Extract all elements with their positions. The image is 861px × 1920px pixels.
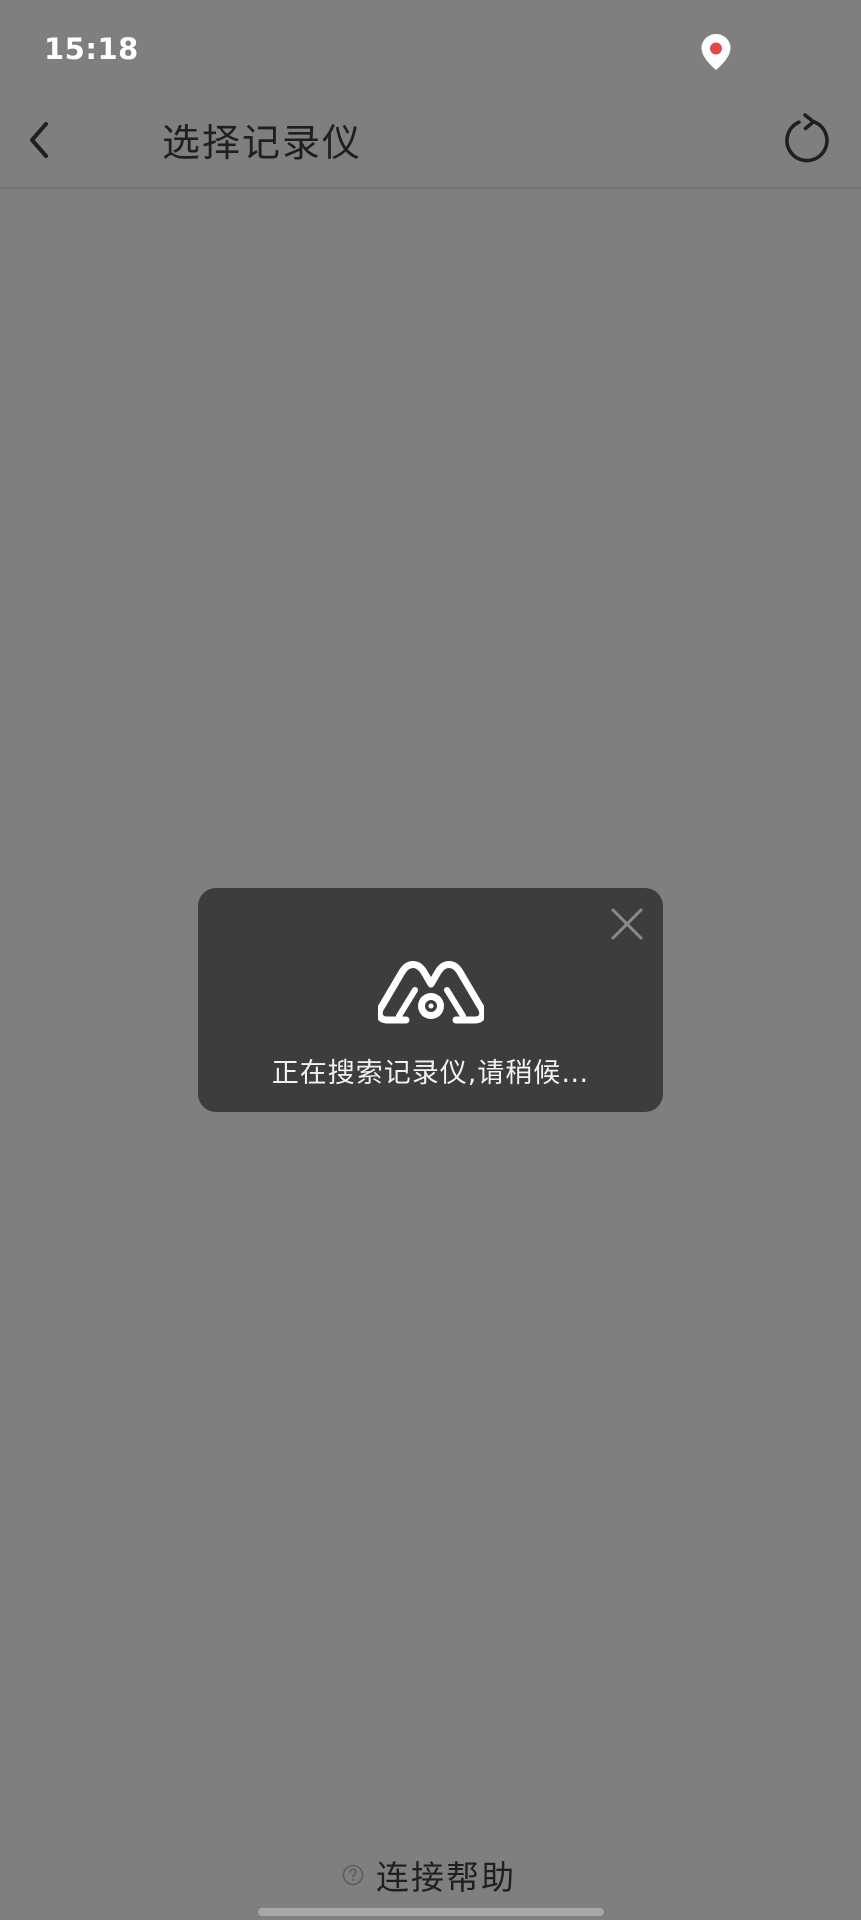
status-bar: 15:18: [0, 0, 861, 100]
back-button[interactable]: [14, 114, 64, 170]
status-time: 15:18: [44, 32, 139, 66]
connection-help-link[interactable]: 连接帮助: [342, 1853, 516, 1897]
chevron-left-icon: [26, 120, 52, 164]
refresh-icon: [783, 113, 831, 169]
page-title: 选择记录仪: [162, 121, 363, 165]
app-screen: 15:18 选择记录仪 正在搜索记录仪,请稍候… 连接帮助: [0, 0, 861, 1920]
loading-dialog: 正在搜索记录仪,请稍候…: [198, 888, 663, 1112]
home-indicator[interactable]: [258, 1908, 604, 1916]
location-pin-icon: [700, 33, 732, 71]
help-label: 连接帮助: [376, 1858, 516, 1897]
brand-logo-icon: [375, 960, 487, 1026]
close-icon[interactable]: [609, 906, 645, 942]
question-circle-icon: [342, 1864, 364, 1886]
navigation-header: 选择记录仪: [0, 100, 861, 189]
loading-message: 正在搜索记录仪,请稍候…: [271, 1058, 590, 1089]
refresh-button[interactable]: [780, 110, 834, 172]
